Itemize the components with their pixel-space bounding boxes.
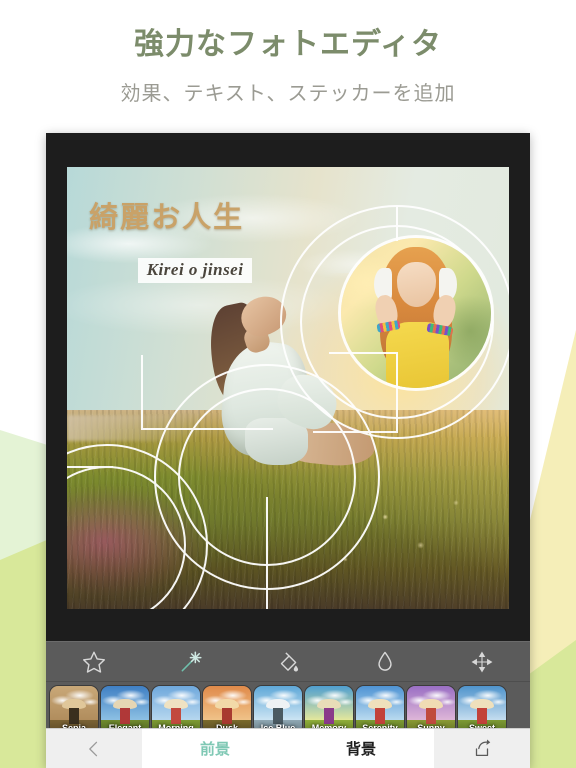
tool-blur[interactable] (336, 642, 433, 681)
thumb-stem (375, 707, 385, 724)
bottom-navigation-bar: 前景 背景 (46, 728, 530, 768)
filter-thumb-4[interactable]: Ice Blue (254, 685, 302, 734)
star-icon (83, 651, 106, 673)
mode-tabs: 前景 背景 (142, 729, 434, 768)
filter-thumb-0[interactable]: Sepia (50, 685, 98, 734)
tool-effects[interactable] (143, 642, 240, 681)
paint-bucket-icon (280, 651, 299, 672)
share-icon (475, 738, 491, 756)
thumb-stem (120, 707, 130, 724)
sticker-face (396, 261, 436, 307)
tab-background[interactable]: 背景 (288, 738, 434, 759)
editor-toolbar (46, 641, 530, 681)
circular-photo-sticker[interactable] (341, 237, 492, 388)
tool-transform[interactable] (433, 642, 530, 681)
thumb-stem (273, 707, 283, 724)
chevron-left-icon (89, 741, 98, 756)
thumb-stem (222, 707, 232, 724)
tool-fill[interactable] (240, 642, 337, 681)
droplet-icon (378, 651, 392, 671)
thumb-stem (324, 707, 334, 724)
tool-sticker[interactable] (46, 642, 143, 681)
thumb-stem (171, 707, 181, 724)
filter-thumb-1[interactable]: Elegant (101, 685, 149, 734)
photo-subject-woman (182, 289, 377, 512)
magic-wand-icon (181, 650, 202, 671)
back-button[interactable] (46, 729, 142, 768)
thumb-stem (477, 707, 487, 724)
filter-thumb-7[interactable]: Sunny (407, 685, 455, 734)
filter-thumb-3[interactable]: Dusk (203, 685, 251, 734)
thumb-stem (69, 707, 79, 724)
photo-title-romaji[interactable]: Kirei o jinsei (137, 257, 253, 283)
filter-thumb-6[interactable]: Serenity (356, 685, 404, 734)
photo-title-japanese[interactable]: 綺麗お人生 (89, 194, 244, 236)
photo-canvas[interactable]: 綺麗お人生 Kirei o jinsei (67, 167, 509, 609)
share-button[interactable] (434, 729, 530, 768)
tab-foreground[interactable]: 前景 (142, 738, 288, 759)
tablet-device-frame: 綺麗お人生 Kirei o jinsei 前景 背景 (46, 133, 530, 768)
filter-thumb-5[interactable]: Memory (305, 685, 353, 734)
move-arrows-icon (471, 651, 493, 672)
filter-thumb-2[interactable]: Morning (152, 685, 200, 734)
filter-thumb-8[interactable]: Sweet (458, 685, 506, 734)
thumb-stem (426, 707, 436, 724)
